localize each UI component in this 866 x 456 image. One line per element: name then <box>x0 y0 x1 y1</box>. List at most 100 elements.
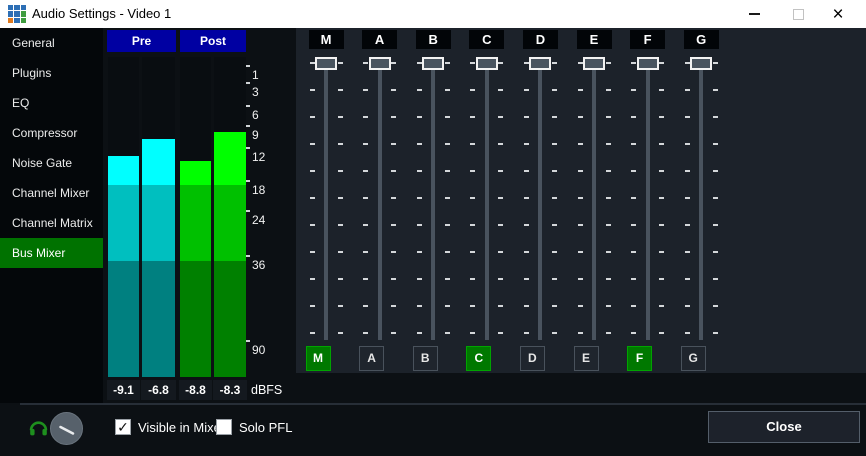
fader-tick <box>659 278 664 280</box>
scale-tick-mark <box>246 180 250 182</box>
fader-track-g[interactable] <box>699 58 703 340</box>
fader-tick <box>631 62 636 64</box>
bus-button-d[interactable]: D <box>520 346 545 371</box>
fader-label-a: A <box>362 30 397 49</box>
bus-button-b[interactable]: B <box>413 346 438 371</box>
fader-tick <box>713 62 718 64</box>
fader-tick <box>445 89 450 91</box>
fader-tick <box>363 305 368 307</box>
fader-handle-d[interactable] <box>529 57 551 70</box>
bus-button-f[interactable]: F <box>627 346 652 371</box>
scale-tick-mark <box>246 125 250 127</box>
fader-tick <box>552 116 557 118</box>
fader-track-e[interactable] <box>592 58 596 340</box>
sidebar-item-eq[interactable]: EQ <box>0 88 103 118</box>
bus-button-c[interactable]: C <box>466 346 491 371</box>
meter-scale-label: 6 <box>252 108 259 122</box>
audio-settings-window: Audio Settings - Video 1 × GeneralPlugin… <box>0 0 866 456</box>
fader-tick <box>417 143 422 145</box>
fader-tick <box>524 224 529 226</box>
fader-tick <box>417 332 422 334</box>
fader-tick <box>338 224 343 226</box>
fader-tick <box>606 143 611 145</box>
monitor-knob[interactable] <box>50 412 83 445</box>
meter-segment <box>108 156 139 185</box>
fader-tick <box>417 170 422 172</box>
meter-segment <box>142 139 175 185</box>
bus-button-g[interactable]: G <box>681 346 706 371</box>
meter-bar-pre-2 <box>142 57 175 377</box>
fader-tick <box>552 305 557 307</box>
fader-handle-a[interactable] <box>369 57 391 70</box>
fader-tick <box>391 62 396 64</box>
scale-tick-mark <box>246 65 250 67</box>
maximize-button[interactable] <box>778 0 818 28</box>
fader-track-b[interactable] <box>431 58 435 340</box>
meter-bar-post-1 <box>180 57 211 377</box>
fader-tick <box>685 305 690 307</box>
solo-pfl-row: Solo PFL <box>216 419 292 435</box>
meter-scale-label: 1 <box>252 68 259 82</box>
fader-tick <box>552 170 557 172</box>
close-window-button[interactable]: × <box>818 0 858 28</box>
fader-tick <box>363 197 368 199</box>
fader-tick <box>310 224 315 226</box>
visible-in-mixer-row: ✓ Visible in Mixer <box>115 419 225 435</box>
fader-track-d[interactable] <box>538 58 542 340</box>
meter-bar-post-2 <box>214 57 246 377</box>
fader-tick <box>363 224 368 226</box>
fader-handle-b[interactable] <box>422 57 444 70</box>
fader-tick <box>606 62 611 64</box>
fader-tick <box>498 305 503 307</box>
fader-tick <box>631 332 636 334</box>
fader-tick <box>470 305 475 307</box>
fader-handle-m[interactable] <box>315 57 337 70</box>
fader-handle-e[interactable] <box>583 57 605 70</box>
fader-tick <box>310 143 315 145</box>
sidebar: GeneralPluginsEQCompressorNoise GateChan… <box>0 28 103 403</box>
footer-divider <box>20 403 866 405</box>
sidebar-item-plugins[interactable]: Plugins <box>0 58 103 88</box>
fader-tick <box>310 89 315 91</box>
sidebar-item-bus-mixer[interactable]: Bus Mixer <box>0 238 103 268</box>
fader-handle-c[interactable] <box>476 57 498 70</box>
meter-value: -9.1 <box>107 380 140 400</box>
fader-handle-f[interactable] <box>637 57 659 70</box>
meter-segment <box>214 132 246 185</box>
fader-tick <box>417 62 422 64</box>
fader-tick <box>338 305 343 307</box>
fader-tick <box>631 197 636 199</box>
fader-tick <box>417 278 422 280</box>
fader-label-f: F <box>630 30 665 49</box>
checkbox-visible-in-mixer[interactable]: ✓ <box>115 419 131 435</box>
fader-tick <box>631 224 636 226</box>
fader-tick <box>659 170 664 172</box>
fader-tick <box>391 332 396 334</box>
fader-tick <box>713 224 718 226</box>
meter-segment <box>180 261 211 377</box>
fader-track-c[interactable] <box>485 58 489 340</box>
sidebar-item-channel-matrix[interactable]: Channel Matrix <box>0 208 103 238</box>
close-button[interactable]: Close <box>708 411 860 443</box>
fader-track-a[interactable] <box>378 58 382 340</box>
bus-button-m[interactable]: M <box>306 346 331 371</box>
sidebar-item-general[interactable]: General <box>0 28 103 58</box>
scale-tick-mark <box>246 147 250 149</box>
bus-button-a[interactable]: A <box>359 346 384 371</box>
fader-label-b: B <box>416 30 451 49</box>
checkbox-solo-pfl[interactable] <box>216 419 232 435</box>
fader-tick <box>310 251 315 253</box>
sidebar-item-noise-gate[interactable]: Noise Gate <box>0 148 103 178</box>
sidebar-item-compressor[interactable]: Compressor <box>0 118 103 148</box>
fader-tick <box>578 116 583 118</box>
fader-track-f[interactable] <box>646 58 650 340</box>
fader-handle-g[interactable] <box>690 57 712 70</box>
fader-tick <box>363 332 368 334</box>
bus-button-e[interactable]: E <box>574 346 599 371</box>
minimize-button[interactable] <box>734 0 774 28</box>
sidebar-item-channel-mixer[interactable]: Channel Mixer <box>0 178 103 208</box>
fader-tick <box>631 170 636 172</box>
fader-tick <box>631 116 636 118</box>
fader-tick <box>470 278 475 280</box>
fader-track-m[interactable] <box>324 58 328 340</box>
